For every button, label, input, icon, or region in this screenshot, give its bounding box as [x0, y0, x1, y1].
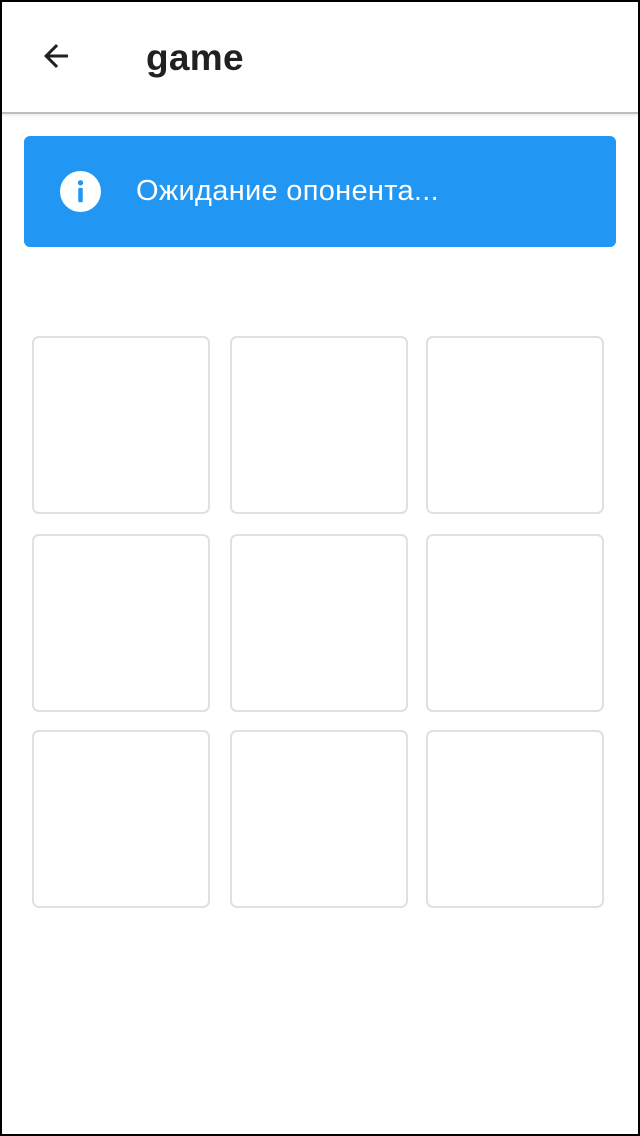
back-button[interactable] — [24, 24, 88, 88]
board-cell[interactable] — [230, 336, 408, 514]
board-cell[interactable] — [426, 534, 604, 712]
game-board — [32, 336, 610, 916]
board-cell[interactable] — [32, 534, 210, 712]
board-cell[interactable] — [230, 534, 408, 712]
board-cell[interactable] — [32, 336, 210, 514]
board-cell[interactable] — [230, 730, 408, 908]
page-title: game — [146, 37, 244, 78]
app-bar: game — [2, 2, 638, 114]
status-banner: Ожидание опонента... — [24, 136, 616, 247]
app-window: game Ожидание опонента... — [0, 0, 640, 1136]
info-icon — [60, 171, 101, 212]
arrow-left-icon — [44, 44, 68, 68]
board-cell[interactable] — [426, 336, 604, 514]
status-message: Ожидание опонента... — [136, 175, 439, 207]
board-cell[interactable] — [32, 730, 210, 908]
board-cell[interactable] — [426, 730, 604, 908]
